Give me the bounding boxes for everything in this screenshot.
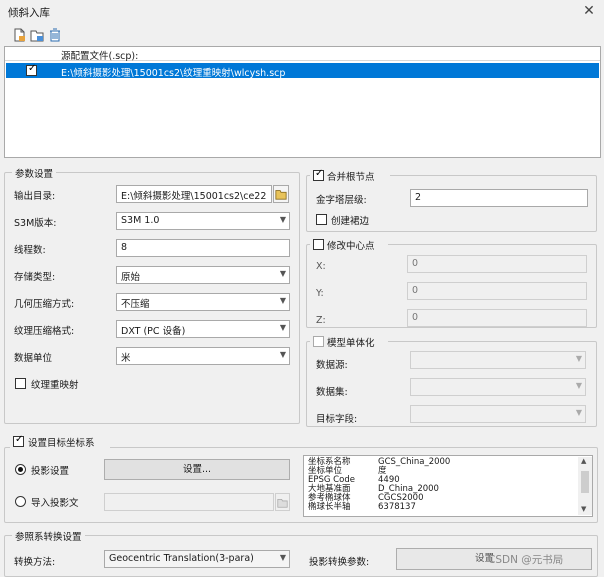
delete-icon[interactable]	[48, 28, 62, 42]
chevron-down-icon: ▼	[279, 269, 286, 278]
projection-setting-radio[interactable]	[15, 464, 26, 475]
transform-params-label: 投影转换参数:	[309, 557, 370, 568]
chevron-down-icon: ▼	[575, 354, 582, 363]
merge-root-checkbox[interactable]	[313, 168, 324, 181]
datasource-label: 数据源:	[316, 360, 348, 371]
modify-center-label: 修改中心点	[327, 241, 375, 252]
scroll-up-icon[interactable]: ▲	[581, 457, 586, 465]
s3m-version-value: S3M 1.0	[121, 215, 160, 226]
scp-file-list[interactable]: 源配置文件(.scp): E:\倾斜摄影处理\15001cs2\纹理重映射\wl…	[4, 46, 601, 158]
modify-center-checkbox[interactable]	[313, 239, 324, 250]
add-folder-icon[interactable]	[30, 28, 44, 42]
storage-type-select[interactable]: 原始 ▼	[116, 266, 290, 284]
crs-info-scrollbar[interactable]: ▲ ▼	[578, 457, 592, 515]
merge-root-label: 合并根节点	[327, 172, 375, 183]
threads-input[interactable]: 8	[116, 239, 290, 257]
geometry-compress-select[interactable]: 不压缩 ▼	[116, 293, 290, 311]
center-y-input[interactable]: 0	[407, 282, 587, 300]
dataset-select[interactable]: ▼	[410, 378, 586, 396]
folder-icon	[275, 190, 287, 200]
model-singulation-checkbox[interactable]	[313, 336, 324, 347]
folder-browse-button[interactable]	[273, 185, 289, 203]
center-x-input[interactable]: 0	[407, 255, 587, 273]
data-unit-select[interactable]: 米 ▼	[116, 347, 290, 365]
watermark: CSDN @元书局	[488, 554, 564, 566]
center-x-label: X:	[316, 261, 326, 272]
transform-method-value: Geocentric Translation(3-para)	[109, 553, 254, 564]
chevron-down-icon: ▼	[279, 553, 286, 562]
target-field-select[interactable]: ▼	[410, 405, 586, 423]
center-y-label: Y:	[316, 288, 324, 299]
storage-type-label: 存储类型:	[14, 272, 56, 283]
output-dir-label: 输出目录:	[14, 191, 56, 202]
scroll-thumb[interactable]	[581, 471, 589, 493]
data-unit-label: 数据单位	[14, 353, 53, 364]
chevron-down-icon: ▼	[279, 350, 286, 359]
file-path: E:\倾斜摄影处理\15001cs2\纹理重映射\wlcysh.scp	[61, 68, 286, 79]
chevron-down-icon: ▼	[279, 215, 286, 224]
folder-icon	[277, 498, 288, 508]
geometry-compress-label: 几何压缩方式:	[14, 299, 75, 310]
model-singulation-label: 模型单体化	[327, 338, 375, 349]
crs-info-row: 椭球长半轴 6378137	[308, 502, 416, 512]
datasource-select[interactable]: ▼	[410, 351, 586, 369]
list-header-label: 源配置文件(.scp):	[61, 51, 139, 62]
add-file-icon[interactable]	[12, 28, 26, 42]
import-projection-label: 导入投影文	[31, 498, 79, 509]
list-item[interactable]: E:\倾斜摄影处理\15001cs2\纹理重映射\wlcysh.scp	[6, 63, 599, 79]
geometry-compress-value: 不压缩	[121, 299, 150, 310]
texture-compress-value: DXT (PC 设备)	[121, 326, 186, 337]
data-unit-value: 米	[121, 353, 131, 364]
import-projection-radio[interactable]	[15, 496, 26, 507]
transform-method-label: 转换方法:	[14, 557, 56, 568]
close-icon[interactable]: ✕	[580, 2, 598, 20]
s3m-version-label: S3M版本:	[14, 218, 57, 229]
pyramid-level-input[interactable]: 2	[410, 189, 588, 207]
crs-info-box: 坐标系名称 GCS_China_2000 坐标单位度 EPSG Code 4490 …	[303, 455, 593, 517]
transform-method-select[interactable]: Geocentric Translation(3-para) ▼	[104, 550, 290, 568]
params-group-title: 参数设置	[12, 166, 57, 180]
row-checkbox[interactable]	[26, 63, 37, 76]
dataset-label: 数据集:	[316, 387, 348, 398]
title-bar	[0, 0, 604, 24]
projection-setting-label: 投影设置	[31, 466, 70, 477]
chevron-down-icon: ▼	[575, 408, 582, 417]
list-header: 源配置文件(.scp):	[5, 47, 600, 62]
storage-type-value: 原始	[121, 272, 141, 283]
texture-remap-checkbox[interactable]	[15, 378, 26, 389]
projection-file-browse-button[interactable]	[275, 493, 290, 511]
target-crs-label: 设置目标坐标系	[28, 438, 95, 449]
s3m-version-select[interactable]: S3M 1.0 ▼	[116, 212, 290, 230]
texture-compress-label: 纹理压缩格式:	[14, 326, 75, 337]
chevron-down-icon: ▼	[279, 296, 286, 305]
create-skirt-label: 创建裙边	[331, 216, 370, 227]
threads-label: 线程数:	[14, 245, 46, 256]
texture-compress-select[interactable]: DXT (PC 设备) ▼	[116, 320, 290, 338]
window-title: 倾斜入库	[8, 7, 50, 19]
projection-file-input[interactable]	[104, 493, 274, 511]
target-crs-checkbox[interactable]	[13, 434, 24, 447]
chevron-down-icon: ▼	[279, 323, 286, 332]
projection-settings-button[interactable]: 设置...	[104, 459, 290, 480]
chevron-down-icon: ▼	[575, 381, 582, 390]
center-z-input[interactable]: 0	[407, 309, 587, 327]
scroll-down-icon[interactable]: ▼	[581, 505, 586, 513]
center-z-label: Z:	[316, 315, 326, 326]
pyramid-level-label: 金字塔层级:	[316, 195, 367, 206]
texture-remap-label: 纹理重映射	[31, 380, 79, 391]
transform-group-title: 参照系转换设置	[12, 529, 85, 543]
target-field-label: 目标字段:	[316, 414, 358, 425]
create-skirt-checkbox[interactable]	[316, 214, 327, 225]
output-dir-input[interactable]: E:\倾斜摄影处理\15001cs2\ce22	[116, 185, 272, 203]
